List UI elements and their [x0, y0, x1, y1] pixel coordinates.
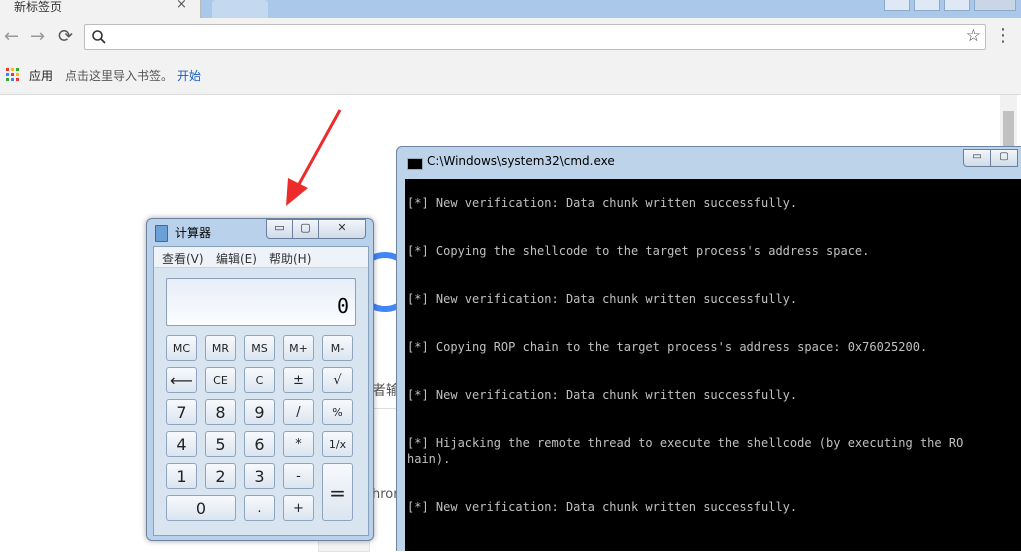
address-bar[interactable]: ☆	[84, 24, 986, 50]
console-line: [*] Copying ROP chain to the target proc…	[407, 340, 928, 354]
sqrt-button[interactable]: √	[322, 367, 353, 393]
console-line: [*] Copying the shellcode to the target …	[407, 244, 870, 258]
m-plus-button[interactable]: M+	[283, 335, 314, 361]
new-tab-button[interactable]	[212, 0, 268, 18]
digit-1-button[interactable]: 1	[166, 463, 197, 489]
tab-new-tab[interactable]: 新标签页 ×	[0, 0, 201, 18]
digit-5-button[interactable]: 5	[205, 431, 236, 457]
minimize-button[interactable]	[884, 0, 910, 11]
ms-button[interactable]: MS	[244, 335, 275, 361]
search-icon	[92, 30, 106, 44]
shortcut-tile[interactable]	[318, 540, 370, 552]
backspace-button[interactable]: ⟵	[166, 367, 197, 393]
decimal-button[interactable]: .	[244, 495, 275, 521]
mr-button[interactable]: MR	[205, 335, 236, 361]
bookmark-star-icon[interactable]: ☆	[966, 26, 981, 46]
digit-9-button[interactable]: 9	[244, 399, 275, 425]
multiply-button[interactable]: *	[283, 431, 314, 457]
tab-strip: 新标签页 ×	[0, 0, 1021, 18]
calc-close-button[interactable]: ✕	[318, 219, 366, 239]
tab-title: 新标签页	[14, 0, 63, 14]
digit-7-button[interactable]: 7	[166, 399, 197, 425]
menu-help[interactable]: 帮助(H)	[269, 250, 311, 267]
cmd-icon	[407, 158, 423, 170]
back-arrow-icon[interactable]: ←	[4, 26, 19, 47]
start-link[interactable]: 开始	[177, 67, 201, 84]
calculator-menu: 查看(V) 编辑(E) 帮助(H)	[154, 247, 368, 268]
import-bookmarks-hint[interactable]: 点击这里导入书签。	[65, 67, 173, 84]
calculator-display: 0	[166, 278, 356, 326]
console-output[interactable]: [*] New verification: Data chunk written…	[405, 179, 1021, 551]
equals-button[interactable]: =	[322, 463, 353, 521]
menu-edit[interactable]: 编辑(E)	[216, 250, 257, 267]
calculator-icon	[155, 225, 168, 242]
calculator-titlebar[interactable]: 计算器 ▭ ▢ ✕	[147, 219, 373, 245]
c-button[interactable]: C	[244, 367, 275, 393]
cmd-minimize-button[interactable]: ▭	[963, 149, 991, 167]
digit-0-button[interactable]: 0	[166, 495, 236, 521]
reciprocal-button[interactable]: 1/x	[322, 431, 353, 457]
red-arrow-icon	[286, 109, 342, 206]
console-line: [*] Hijacking the remote thread to execu…	[407, 436, 964, 450]
restore-button[interactable]	[944, 0, 970, 11]
console-line: [*] New verification: Data chunk written…	[407, 292, 798, 306]
cmd-title: C:\Windows\system32\cmd.exe	[427, 154, 615, 168]
calculator-body: 查看(V) 编辑(E) 帮助(H) 0 MC MR MS M+ M- ⟵ CE …	[153, 246, 369, 536]
calc-minimize-button[interactable]: ▭	[266, 219, 293, 239]
calc-maximize-button[interactable]: ▢	[292, 219, 319, 239]
chrome-menu-icon[interactable]: ⋮	[994, 25, 1012, 46]
digit-3-button[interactable]: 3	[244, 463, 275, 489]
subtract-button[interactable]: -	[283, 463, 314, 489]
browser-toolbar: ← → ⟳ ☆ ⋮	[0, 18, 1021, 58]
console-text: [*] New verification: Data chunk written…	[407, 179, 963, 515]
plus-minus-button[interactable]: ±	[283, 367, 314, 393]
console-line: [*] New verification: Data chunk written…	[407, 196, 798, 210]
mc-button[interactable]: MC	[166, 335, 197, 361]
maximize-button[interactable]	[914, 0, 940, 11]
add-button[interactable]: +	[283, 495, 314, 521]
close-window-button[interactable]	[974, 0, 1016, 11]
m-minus-button[interactable]: M-	[322, 335, 353, 361]
ce-button[interactable]: CE	[205, 367, 236, 393]
digit-8-button[interactable]: 8	[205, 399, 236, 425]
console-line: [*] New verification: Data chunk written…	[407, 388, 798, 402]
reload-icon[interactable]: ⟳	[58, 26, 73, 47]
cmd-window[interactable]: C:\Windows\system32\cmd.exe ▭ ▢ [*] New …	[396, 146, 1021, 551]
display-value: 0	[336, 294, 349, 318]
forward-arrow-icon[interactable]: →	[30, 26, 45, 47]
apps-link[interactable]: 应用	[29, 67, 53, 84]
apps-grid-icon[interactable]	[6, 68, 20, 82]
console-line: hain).	[407, 452, 451, 466]
menu-view[interactable]: 查看(V)	[162, 250, 204, 267]
cmd-maximize-button[interactable]: ▢	[990, 149, 1018, 167]
calculator-window[interactable]: 计算器 ▭ ▢ ✕ 查看(V) 编辑(E) 帮助(H) 0 MC MR MS M…	[146, 218, 374, 541]
digit-4-button[interactable]: 4	[166, 431, 197, 457]
percent-button[interactable]: %	[322, 399, 353, 425]
calculator-title: 计算器	[175, 226, 212, 240]
bookmarks-bar: 应用 点击这里导入书签。 开始	[0, 58, 1021, 95]
divide-button[interactable]: /	[283, 399, 314, 425]
digit-6-button[interactable]: 6	[244, 431, 275, 457]
console-line: [*] New verification: Data chunk written…	[407, 500, 798, 514]
digit-2-button[interactable]: 2	[205, 463, 236, 489]
tab-close-icon[interactable]: ×	[176, 0, 187, 12]
